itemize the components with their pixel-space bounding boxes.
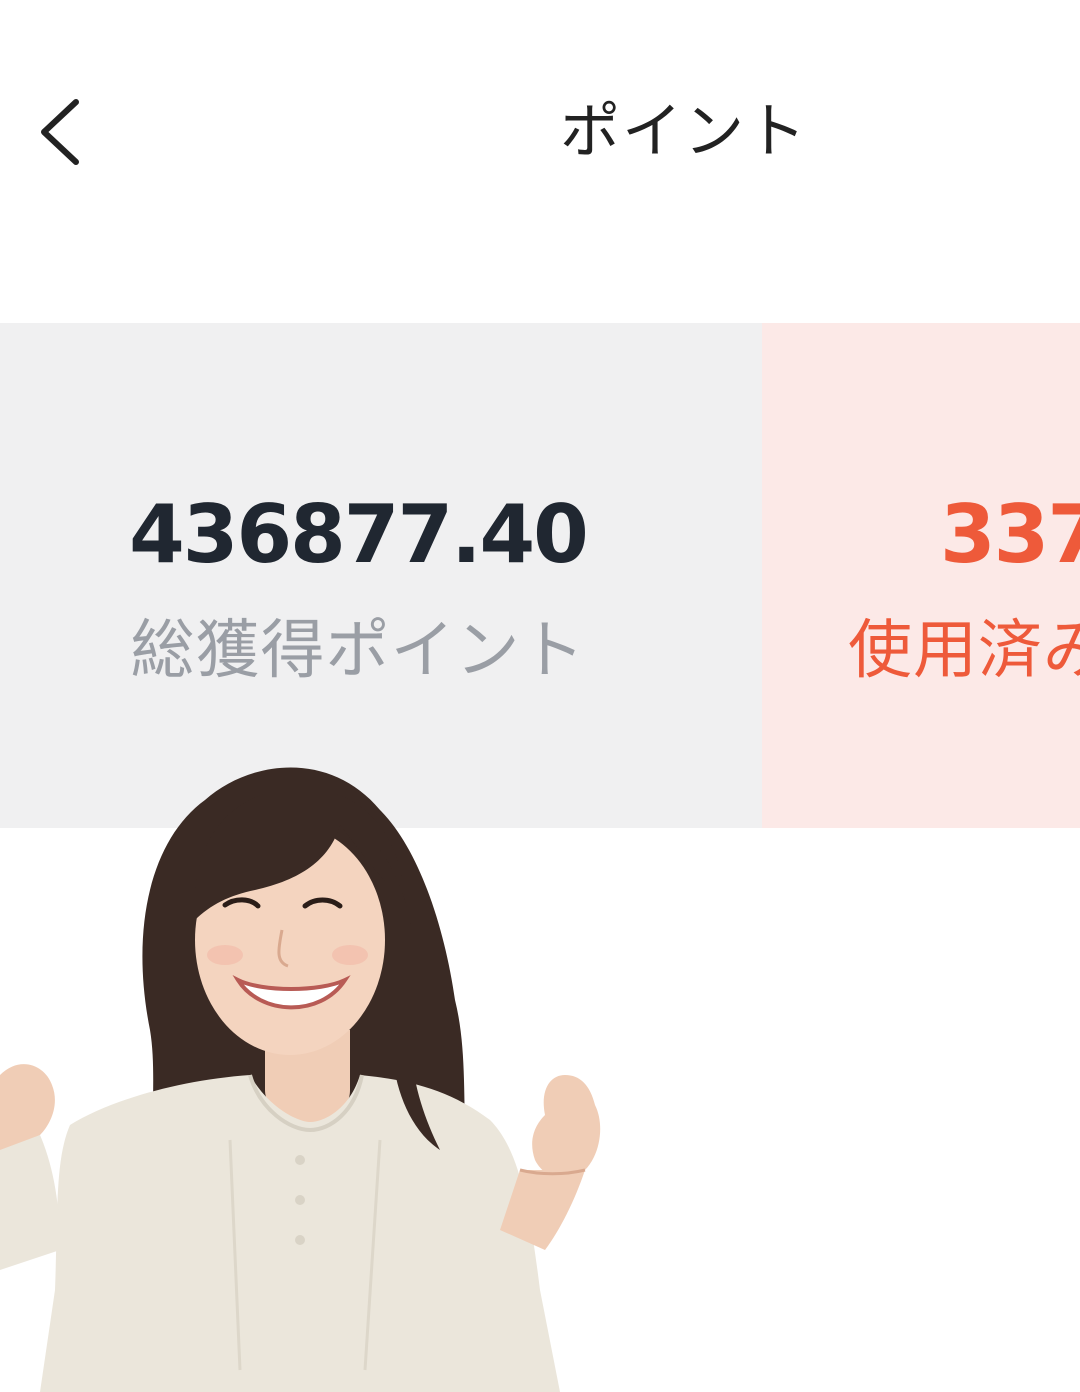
page-title: ポイント bbox=[560, 97, 808, 167]
cheering-woman-photo bbox=[0, 767, 601, 1392]
header: ポイント bbox=[0, 0, 1080, 240]
used-points-value: 337 bbox=[940, 488, 1080, 581]
total-points-value: 436877.40 bbox=[129, 488, 589, 581]
points-screen: ポイント 436877.40 総獲得ポイント 337 使用済み bbox=[0, 0, 1080, 1392]
chevron-left-icon bbox=[41, 99, 79, 165]
used-points-card: 337 使用済み bbox=[762, 323, 1080, 828]
back-button[interactable] bbox=[30, 90, 100, 180]
used-points-label: 使用済み bbox=[848, 614, 1080, 688]
total-points-label: 総獲得ポイント bbox=[130, 614, 586, 688]
